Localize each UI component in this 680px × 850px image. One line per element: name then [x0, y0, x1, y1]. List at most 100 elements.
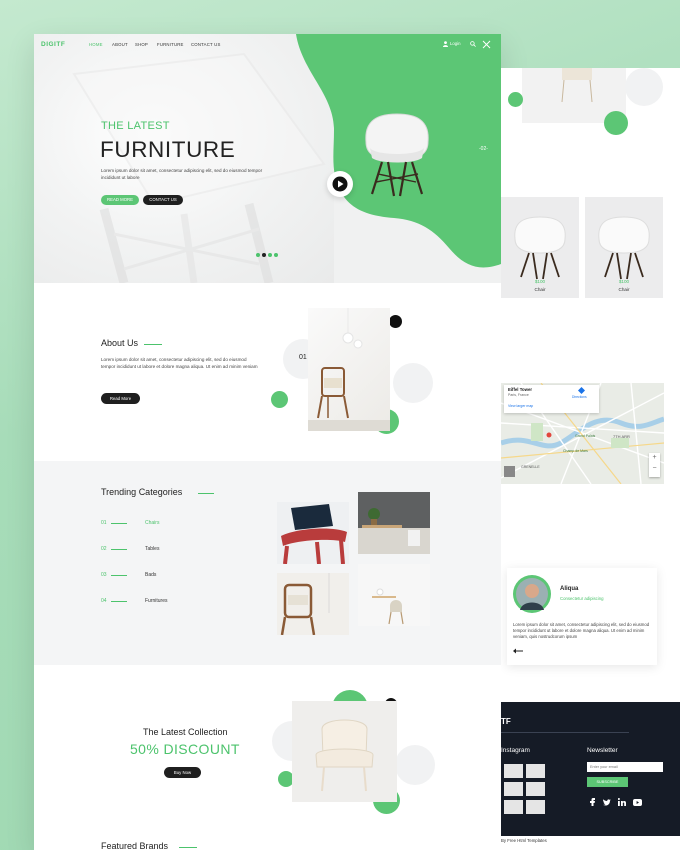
map-info-card: Eiffel Tower Paris, France View larger m…	[504, 385, 599, 413]
product-name: Chair	[534, 287, 546, 292]
hero-chair-image	[365, 113, 429, 197]
category-name: Bads	[145, 572, 157, 578]
slide-number: -02-	[479, 146, 488, 152]
brands-title-line	[179, 847, 197, 848]
instagram-thumbnail[interactable]	[526, 782, 545, 796]
decor-green-circle	[508, 92, 523, 107]
newsletter-title: Newsletter	[587, 747, 618, 754]
testimonial-text: Lorem ipsum dolor sit amet, consectetur …	[513, 622, 650, 639]
youtube-icon[interactable]	[633, 799, 642, 806]
brands-title: Featured Brands	[101, 841, 169, 850]
user-icon	[443, 41, 448, 47]
category-image-chairs[interactable]	[277, 502, 349, 564]
read-more-button[interactable]: READ MORE	[101, 195, 139, 205]
category-line	[111, 600, 127, 602]
testimonial-role: Consectetur adipiscing	[560, 596, 604, 601]
facebook-icon[interactable]	[589, 798, 595, 806]
map-label: 7TH ARR	[613, 434, 630, 439]
play-video-button[interactable]	[327, 171, 353, 197]
play-icon	[332, 176, 348, 192]
newsletter-email-input[interactable]	[587, 762, 663, 772]
hero-section: DIGITF HOME ABOUT SHOP FURNITURE CONTACT…	[34, 34, 501, 283]
zoom-out-button[interactable]: −	[649, 465, 660, 472]
site-logo[interactable]: DIGITF	[41, 41, 65, 48]
category-image-furnitures[interactable]	[358, 564, 430, 626]
search-icon[interactable]	[470, 41, 476, 47]
close-icon[interactable]	[482, 40, 491, 49]
main-page: DIGITF HOME ABOUT SHOP FURNITURE CONTACT…	[34, 34, 501, 850]
category-name: Furnitures	[145, 598, 168, 604]
contact-us-button[interactable]: CONTACT US	[143, 195, 183, 205]
category-image-bads[interactable]	[277, 573, 349, 635]
nav-item-contact[interactable]: CONTACT US	[191, 42, 221, 47]
product-price: $100	[618, 279, 630, 284]
about-number: 01	[299, 354, 307, 361]
trending-title-line	[198, 493, 214, 494]
slider-dot[interactable]	[256, 253, 260, 257]
arrow-left-icon[interactable]	[513, 648, 523, 654]
category-number: 02	[101, 546, 107, 552]
decor-grey-circle	[393, 363, 433, 403]
slider-dot[interactable]	[268, 253, 272, 257]
product-chair-image	[514, 216, 566, 280]
top-navigation: DIGITF HOME ABOUT SHOP FURNITURE CONTACT…	[34, 34, 501, 56]
collection-discount: 50% DISCOUNT	[130, 741, 240, 757]
instagram-title: Instagram	[501, 747, 530, 754]
map-satellite-toggle[interactable]	[504, 466, 515, 477]
slider-dot-active[interactable]	[262, 253, 266, 257]
nav-item-shop[interactable]: SHOP	[135, 42, 148, 47]
category-line	[111, 522, 127, 524]
product-card[interactable]: $100 Chair	[585, 197, 663, 298]
product-name: Chair	[618, 287, 630, 292]
buy-now-button[interactable]: Buy Now	[164, 767, 201, 778]
category-line	[111, 548, 127, 550]
slide-dash: -	[486, 146, 488, 152]
slider-dots	[256, 244, 280, 262]
footer-credit[interactable]: By Free Html Templates	[501, 838, 547, 843]
map-label: Champ de Mars	[563, 449, 588, 453]
category-number: 04	[101, 598, 107, 604]
footer: TF Instagram Newsletter SUBSCRIBE	[501, 702, 680, 836]
directions-link[interactable]: Directions	[572, 395, 587, 399]
decor-black-circle	[389, 315, 402, 328]
zoom-in-button[interactable]: +	[649, 454, 660, 461]
category-number: 03	[101, 572, 107, 578]
about-read-more-button[interactable]: Read More	[101, 393, 140, 404]
linkedin-icon[interactable]	[618, 798, 626, 806]
decor-grey-circle	[625, 68, 663, 106]
about-title-line	[144, 344, 162, 345]
subscribe-button[interactable]: SUBSCRIBE	[587, 777, 628, 787]
map-label: Grand Palais	[575, 434, 596, 438]
directions-icon[interactable]	[578, 387, 585, 394]
view-larger-map-link[interactable]: View larger map	[508, 404, 533, 408]
twitter-icon[interactable]	[603, 799, 611, 806]
nav-item-about[interactable]: ABOUT	[112, 42, 128, 47]
map-city: Paris, France	[508, 393, 529, 397]
hero-title: FURNITURE	[100, 137, 236, 162]
testimonial-name: Aliqua	[560, 586, 579, 592]
location-map[interactable]: Eiffel Tower Paris, France View larger m…	[501, 383, 664, 484]
footer-logo: TF	[501, 717, 511, 726]
collection-image	[292, 701, 397, 802]
category-number: 01	[101, 520, 107, 526]
login-link[interactable]: Login	[450, 41, 461, 46]
map-label: GRENELLE	[521, 465, 540, 469]
category-name: Tables	[145, 546, 160, 552]
secondary-page: $100 Chair $100 Chair Eiffel Tower Paris…	[501, 68, 680, 850]
category-image-tables[interactable]	[358, 492, 430, 554]
about-image	[308, 308, 390, 431]
decor-green-circle	[271, 391, 288, 408]
about-title: About Us	[101, 338, 139, 348]
instagram-thumbnail[interactable]	[526, 764, 545, 778]
nav-item-furniture[interactable]: FURNITURE	[157, 42, 184, 47]
instagram-thumbnail[interactable]	[504, 800, 523, 814]
category-line	[111, 574, 127, 576]
instagram-thumbnail[interactable]	[504, 764, 523, 778]
decor-grey-circle	[395, 745, 435, 785]
product-card[interactable]: $100 Chair	[501, 197, 579, 298]
instagram-thumbnail[interactable]	[526, 800, 545, 814]
footer-divider	[501, 732, 629, 733]
nav-item-home[interactable]: HOME	[89, 42, 103, 47]
slider-dot[interactable]	[274, 253, 278, 257]
instagram-thumbnail[interactable]	[504, 782, 523, 796]
